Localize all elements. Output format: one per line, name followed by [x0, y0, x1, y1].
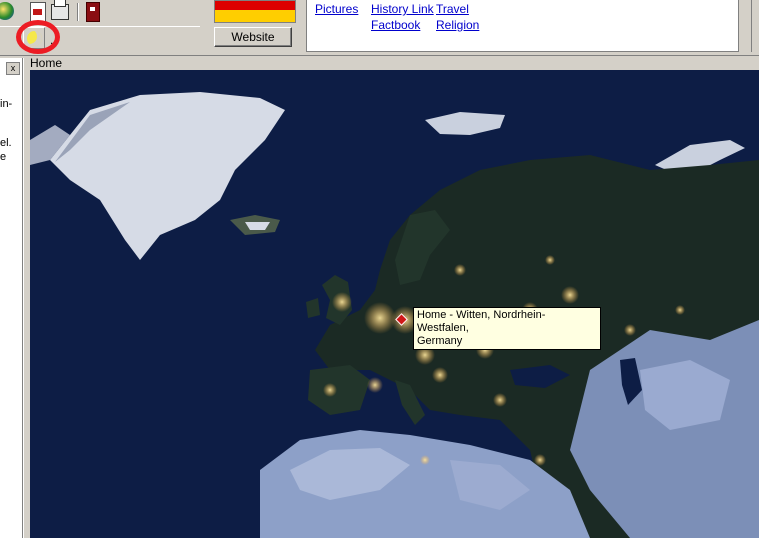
map-title: Home [30, 56, 63, 70]
left-panel-text: e [0, 151, 7, 163]
globe-icon[interactable] [0, 2, 14, 20]
left-info-panel: x in- el. e [0, 58, 23, 538]
factbook-link[interactable]: Factbook [371, 18, 420, 32]
flag-stripe-gold [215, 10, 295, 22]
window-right-frame [738, 0, 759, 52]
flag-stripe-red [215, 1, 295, 10]
red-highlight-circle [16, 20, 60, 54]
tooltip-line: Germany [417, 335, 463, 347]
toolbar-separator [77, 3, 79, 21]
religion-link[interactable]: Religion [436, 18, 479, 32]
history-link[interactable]: History Link [371, 2, 434, 16]
pdf-icon[interactable] [30, 2, 46, 22]
pictures-link[interactable]: Pictures [315, 2, 358, 16]
close-icon[interactable]: x [6, 62, 20, 75]
map-graphic [30, 70, 759, 538]
print-icon[interactable] [51, 0, 69, 20]
tooltip-line: Home - Witten, Nordrhein-Westfalen, [417, 309, 546, 334]
country-links-panel: Pictures History Link Travel Factbook Re… [306, 0, 740, 52]
website-button[interactable]: Website [214, 27, 292, 47]
night-earth-map[interactable]: Home - Witten, Nordrhein-Westfalen, Germ… [30, 70, 759, 538]
left-panel-text: in- [0, 98, 13, 110]
main-toolbar: . Website Pictures History Link Travel F… [0, 0, 759, 56]
home-location-tooltip: Home - Witten, Nordrhein-Westfalen, Germ… [413, 307, 601, 350]
travel-link[interactable]: Travel [436, 2, 469, 16]
country-flag-germany [214, 0, 296, 23]
flag-panel: Website [210, 0, 300, 52]
exit-door-icon[interactable] [86, 2, 100, 22]
left-panel-text: el. [0, 137, 12, 149]
